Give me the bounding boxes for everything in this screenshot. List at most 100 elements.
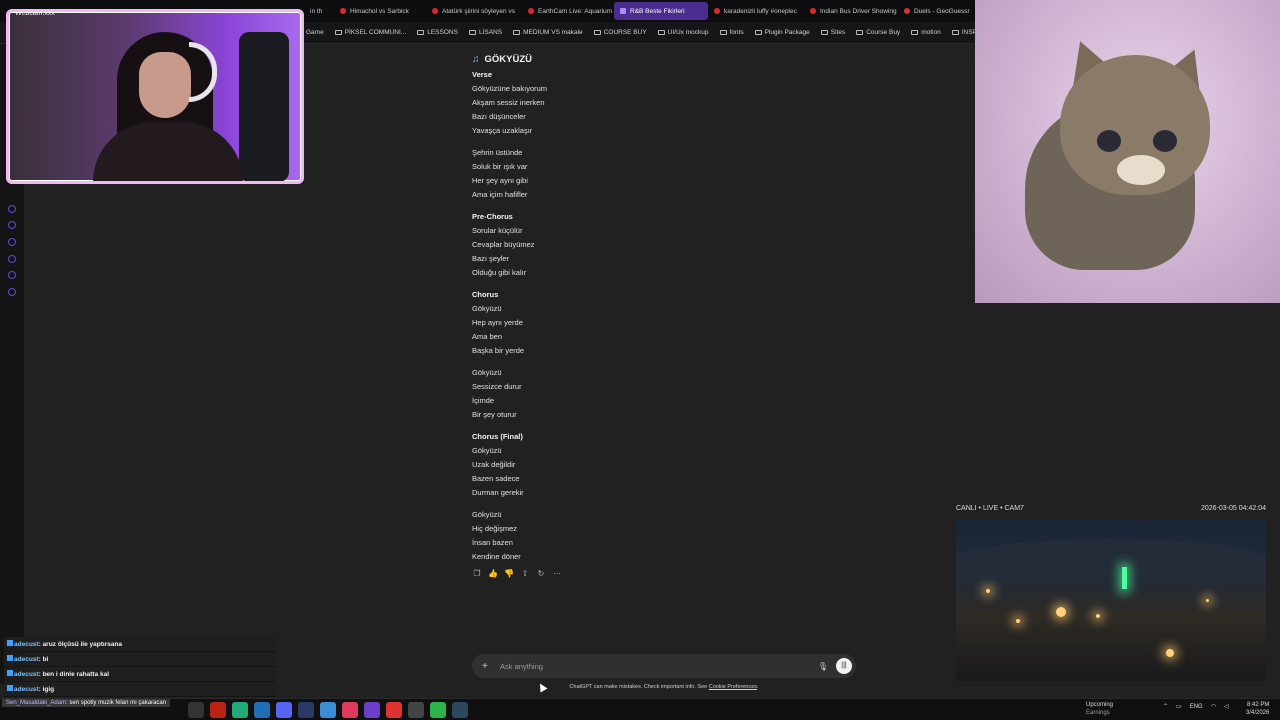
tab-1[interactable]: in th xyxy=(304,2,334,20)
live-cam-label: CANLI • LIVE • CAM7 xyxy=(956,505,1024,512)
folder-icon xyxy=(911,30,919,35)
tab-label: Himachol vs Sarbick xyxy=(350,7,409,15)
steam-icon[interactable] xyxy=(452,702,468,718)
ask-input[interactable] xyxy=(494,661,816,671)
app-icon[interactable] xyxy=(320,702,336,718)
microphone-icon[interactable]: 🎙 xyxy=(816,662,830,671)
song-title-row: ♫ GÖKYÜZÜ xyxy=(472,52,892,66)
app-icon[interactable] xyxy=(430,702,446,718)
tab-2[interactable]: Himachol vs Sarbick xyxy=(334,2,426,20)
app-icon[interactable] xyxy=(364,702,380,718)
folder-icon xyxy=(417,30,425,35)
taskbar-apps xyxy=(188,702,468,718)
copy-icon[interactable]: ❐ xyxy=(472,569,482,579)
taskbar: Sen_Masaldaki_Adam: sen spotiy muzik fel… xyxy=(0,698,1280,720)
lyric-line: Gökyüzü xyxy=(472,368,502,377)
lyric-line: Hiç değişmez xyxy=(472,524,518,533)
tab-active[interactable]: R&B Beste Fikirleri xyxy=(614,2,708,20)
discord-icon[interactable] xyxy=(276,702,292,718)
chat-username[interactable]: adecust xyxy=(14,686,39,693)
bookmark-label: LİSANS xyxy=(478,29,503,36)
tab-label: karadenizli luffy #oneplec xyxy=(724,7,797,15)
heart-icon[interactable] xyxy=(8,221,16,229)
live-cam-overlay: CANLI • LIVE • CAM7 2026-03-05 04:42:04 xyxy=(956,505,1266,681)
bookmark-medium[interactable]: MEDIUM VS makale xyxy=(513,29,583,36)
download-icon[interactable] xyxy=(8,255,16,263)
chevron-up-icon[interactable]: ⌃ xyxy=(1163,703,1168,710)
folder-icon xyxy=(951,30,959,35)
stream-chat: adecust: aruz ölçüsü ile yaptırsana adecu… xyxy=(4,637,276,697)
adobe-icon[interactable] xyxy=(210,702,226,718)
tab-7[interactable]: Indian Bus Driver Showing xyxy=(804,2,898,20)
chat-username[interactable]: adecust xyxy=(14,656,39,663)
plus-icon[interactable]: + xyxy=(482,661,494,672)
chat-username[interactable]: adecust xyxy=(14,641,39,648)
share-icon[interactable]: ⇧ xyxy=(520,569,530,579)
voice-mode-button[interactable]: ||| xyxy=(836,658,852,674)
opera-icon[interactable] xyxy=(342,702,358,718)
bookmark-piksel[interactable]: PİKSEL COMMUNI... xyxy=(334,29,406,36)
tab-6[interactable]: karadenizli luffy #oneplec xyxy=(708,2,804,20)
lyric-line: Gökyüzü xyxy=(472,510,502,519)
app-icon[interactable] xyxy=(254,702,270,718)
clock[interactable]: 8:42 PM 3/4/2026 xyxy=(1246,701,1269,717)
tab-3[interactable]: Atatürk şiirini söyleyen vs xyxy=(426,2,522,20)
bookmark-label: UI/Ux mockup xyxy=(667,29,709,36)
tab-4[interactable]: EarthCam Live: Aquarium xyxy=(522,2,614,20)
bookmark-label: Game xyxy=(306,29,324,36)
volume-icon[interactable]: ◁ xyxy=(1224,703,1229,710)
bookmark-motion[interactable]: motion xyxy=(911,29,941,36)
street-light xyxy=(1056,607,1066,617)
street-light xyxy=(1096,614,1100,618)
disclaimer-text: ChatGPT can make mistakes. Check importa… xyxy=(569,684,709,690)
tab-8[interactable]: Duels - GeoGuessr xyxy=(898,2,970,20)
capcut-icon[interactable] xyxy=(408,702,424,718)
clock-icon[interactable] xyxy=(8,205,16,213)
lyric-line: Kendine döner xyxy=(472,552,521,561)
chat-username[interactable]: adecust xyxy=(14,671,39,678)
tab-label: R&B Beste Fikirleri xyxy=(630,7,685,15)
history-icon[interactable] xyxy=(8,238,16,246)
chatgpt-icon xyxy=(620,8,626,14)
thumbs-up-icon[interactable]: 👍 xyxy=(488,569,498,579)
chat-icon[interactable] xyxy=(8,271,16,279)
lang-indicator[interactable]: ENG xyxy=(1190,704,1203,710)
bookmark-uiux[interactable]: UI/Ux mockup xyxy=(657,29,709,36)
response-actions: ❐ 👍 👎 ⇧ ↻ ⋯ xyxy=(472,569,892,579)
street-light xyxy=(1206,599,1209,602)
more-icon[interactable]: ⋯ xyxy=(552,569,562,579)
app-icon[interactable] xyxy=(386,702,402,718)
badge-icon xyxy=(7,640,13,646)
bookmark-course-buy-2[interactable]: Course Buy xyxy=(856,29,900,36)
bookmark-sites[interactable]: Sites xyxy=(820,29,845,36)
bookmark-course-buy[interactable]: COURSE BUY xyxy=(593,29,647,36)
wifi-icon[interactable]: ◠ xyxy=(1211,703,1216,710)
network-icon[interactable]: ▭ xyxy=(1176,703,1182,710)
steam-icon[interactable] xyxy=(188,702,204,718)
section-heading: Verse xyxy=(472,70,493,79)
app-icon[interactable] xyxy=(232,702,248,718)
weather-widget[interactable]: Upcoming Earnings xyxy=(1086,701,1113,717)
lyric-line: Soluk bir ışık var xyxy=(472,162,528,171)
folder-icon xyxy=(719,30,727,35)
folder-icon xyxy=(593,30,601,35)
cookie-preferences-link[interactable]: Cookie Preferences xyxy=(709,684,757,690)
bookmark-lessons[interactable]: LESSONS xyxy=(417,29,458,36)
street-light xyxy=(1016,619,1020,623)
section-heading: Chorus (Final) xyxy=(472,432,523,441)
regenerate-icon[interactable]: ↻ xyxy=(536,569,546,579)
after-effects-icon[interactable] xyxy=(298,702,314,718)
chat-text: bi xyxy=(42,656,49,663)
bookmark-fonts[interactable]: fonts xyxy=(719,29,744,36)
bookmark-plugin[interactable]: Plugin Package xyxy=(754,29,810,36)
thumbs-down-icon[interactable]: 👎 xyxy=(504,569,514,579)
green-light xyxy=(1122,567,1127,589)
bookmark-game[interactable]: Game xyxy=(306,29,324,36)
chat-message: adecust: ben i dinle rahatta kal xyxy=(4,667,276,682)
bookmark-lisans[interactable]: LİSANS xyxy=(468,29,503,36)
lyric-line: İnsan bazen xyxy=(472,538,513,547)
settings-icon[interactable] xyxy=(8,288,16,296)
